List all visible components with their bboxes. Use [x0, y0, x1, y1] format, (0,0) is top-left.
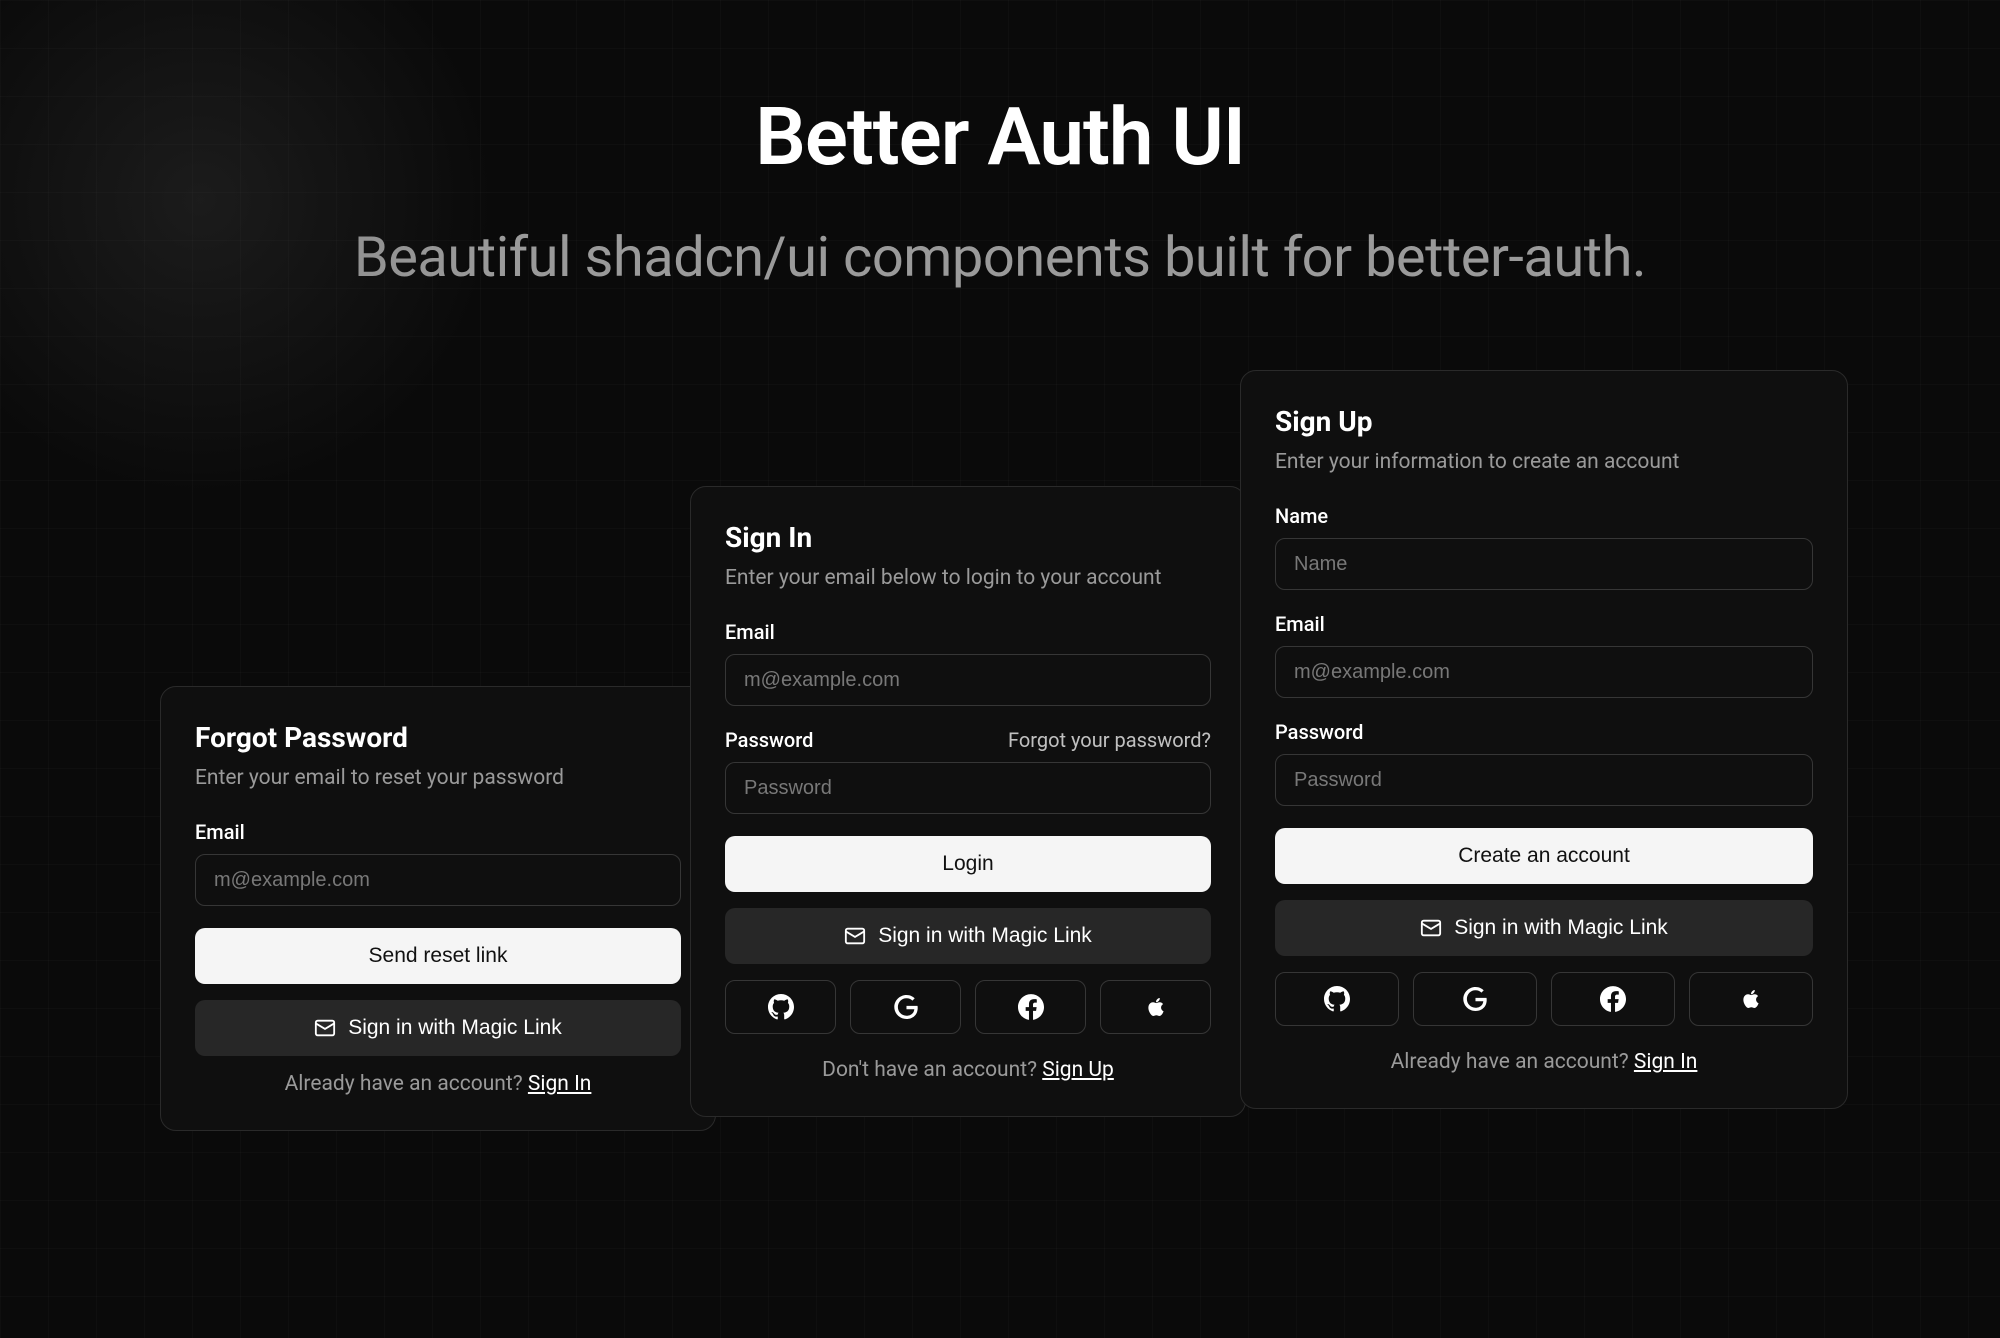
email-field[interactable] [195, 854, 681, 906]
github-button[interactable] [1275, 972, 1399, 1026]
email-label: Email [725, 620, 775, 644]
magic-link-button[interactable]: Sign in with Magic Link [1275, 900, 1813, 956]
magic-link-button[interactable]: Sign in with Magic Link [725, 908, 1211, 964]
sign-up-link[interactable]: Sign Up [1042, 1058, 1114, 1082]
google-icon [894, 995, 918, 1019]
facebook-button[interactable] [975, 980, 1086, 1034]
page-subtitle: Beautiful shadcn/ui components built for… [0, 224, 2000, 290]
sign-in-link[interactable]: Sign In [1634, 1050, 1697, 1074]
send-reset-link-button[interactable]: Send reset link [195, 928, 681, 984]
google-button[interactable] [850, 980, 961, 1034]
button-label: Login [942, 852, 993, 876]
footer-text: Don't have an account? Sign Up [725, 1058, 1211, 1082]
facebook-button[interactable] [1551, 972, 1675, 1026]
social-buttons-row [1275, 972, 1813, 1026]
forgot-password-link[interactable]: Forgot your password? [1008, 728, 1211, 752]
card-title: Sign In [725, 521, 1211, 554]
footer-text: Already have an account? Sign In [195, 1072, 681, 1096]
google-icon [1463, 987, 1487, 1011]
button-label: Sign in with Magic Link [878, 924, 1092, 948]
envelope-icon [1420, 917, 1442, 939]
button-label: Create an account [1458, 844, 1630, 868]
github-button[interactable] [725, 980, 836, 1034]
password-label: Password [1275, 720, 1363, 744]
sign-up-card: Sign Up Enter your information to create… [1240, 370, 1848, 1109]
create-account-button[interactable]: Create an account [1275, 828, 1813, 884]
name-label: Name [1275, 504, 1328, 528]
envelope-icon [844, 925, 866, 947]
facebook-icon [1018, 994, 1044, 1020]
github-icon [768, 994, 794, 1020]
social-buttons-row [725, 980, 1211, 1034]
apple-icon [1144, 995, 1168, 1019]
password-label: Password [725, 728, 813, 752]
card-subtitle: Enter your email to reset your password [195, 766, 681, 790]
card-title: Forgot Password [195, 721, 681, 754]
github-icon [1324, 986, 1350, 1012]
header: Better Auth UI Beautiful shadcn/ui compo… [0, 0, 2000, 290]
envelope-icon [314, 1017, 336, 1039]
button-label: Sign in with Magic Link [348, 1016, 562, 1040]
apple-icon [1739, 987, 1763, 1011]
email-field[interactable] [1275, 646, 1813, 698]
card-subtitle: Enter your email below to login to your … [725, 566, 1211, 590]
email-label: Email [195, 820, 245, 844]
card-title: Sign Up [1275, 405, 1813, 438]
name-field[interactable] [1275, 538, 1813, 590]
apple-button[interactable] [1100, 980, 1211, 1034]
email-label: Email [1275, 612, 1325, 636]
sign-in-link[interactable]: Sign In [528, 1072, 591, 1096]
card-subtitle: Enter your information to create an acco… [1275, 450, 1813, 474]
button-label: Sign in with Magic Link [1454, 916, 1668, 940]
magic-link-button[interactable]: Sign in with Magic Link [195, 1000, 681, 1056]
page-title: Better Auth UI [0, 90, 2000, 184]
facebook-icon [1600, 986, 1626, 1012]
forgot-password-card: Forgot Password Enter your email to rese… [160, 686, 716, 1131]
password-field[interactable] [725, 762, 1211, 814]
email-field[interactable] [725, 654, 1211, 706]
footer-text: Already have an account? Sign In [1275, 1050, 1813, 1074]
login-button[interactable]: Login [725, 836, 1211, 892]
apple-button[interactable] [1689, 972, 1813, 1026]
button-label: Send reset link [369, 944, 508, 968]
google-button[interactable] [1413, 972, 1537, 1026]
sign-in-card: Sign In Enter your email below to login … [690, 486, 1246, 1117]
password-field[interactable] [1275, 754, 1813, 806]
